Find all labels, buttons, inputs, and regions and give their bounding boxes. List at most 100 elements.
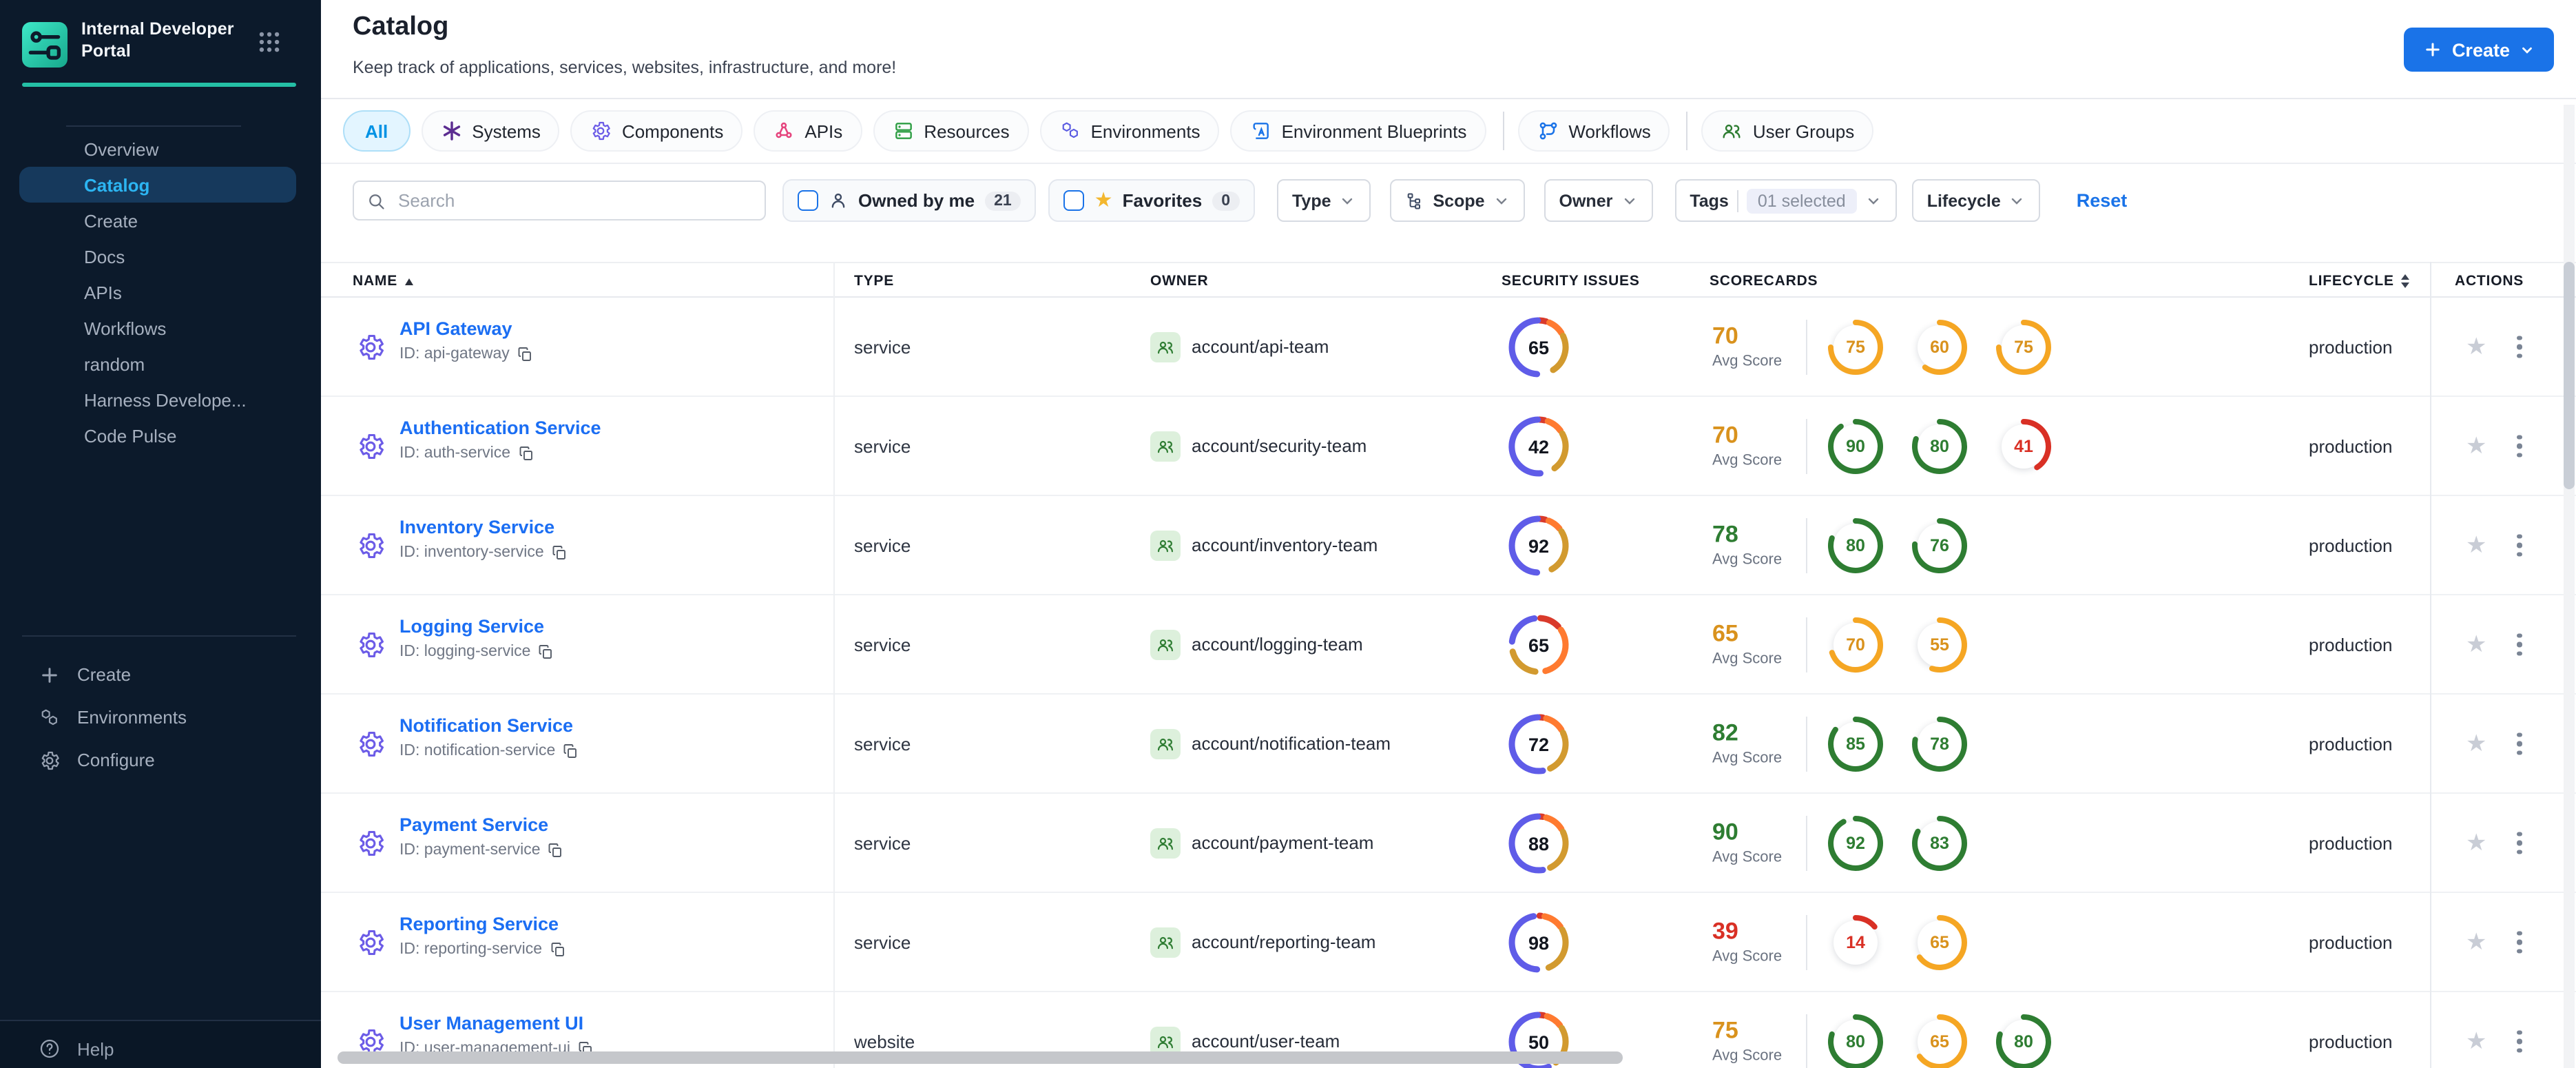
- sidebar-item-harness-develope[interactable]: Harness Develope...: [19, 382, 296, 418]
- column-header-lifecycle[interactable]: LIFECYCLE: [2309, 263, 2409, 299]
- favorite-star-icon[interactable]: ★: [2466, 730, 2487, 757]
- favorite-star-icon[interactable]: ★: [2466, 928, 2487, 956]
- entity-name-link[interactable]: User Management UI: [399, 1013, 594, 1034]
- tab-systems[interactable]: Systems: [421, 110, 560, 152]
- owner-name[interactable]: account/user-team: [1192, 1031, 1340, 1051]
- scorecard-ring[interactable]: 78: [1909, 714, 1970, 774]
- sidebar-item-overview[interactable]: Overview: [19, 131, 296, 167]
- entity-name-link[interactable]: API Gateway: [399, 318, 533, 339]
- row-menu-icon[interactable]: [2513, 530, 2526, 561]
- scorecard-ring[interactable]: 80: [1909, 416, 1970, 477]
- sidebar-item-create[interactable]: Create: [0, 653, 321, 696]
- entity-name-link[interactable]: Payment Service: [399, 814, 564, 835]
- favorites-checkbox[interactable]: [1063, 190, 1085, 211]
- tab-apis[interactable]: APIs: [754, 110, 862, 152]
- lifecycle-dropdown[interactable]: Lifecycle: [1911, 179, 2041, 222]
- search-box[interactable]: [353, 181, 766, 220]
- sidebar-item-random[interactable]: random: [19, 346, 296, 382]
- create-button[interactable]: Create: [2403, 28, 2554, 72]
- owner-name[interactable]: account/logging-team: [1192, 634, 1363, 655]
- tab-components[interactable]: Components: [570, 110, 743, 152]
- owner-name[interactable]: account/inventory-team: [1192, 535, 1378, 555]
- sidebar-item-code-pulse[interactable]: Code Pulse: [19, 418, 296, 453]
- copy-icon[interactable]: [551, 544, 568, 561]
- scorecard-ring[interactable]: 90: [1825, 416, 1886, 477]
- vertical-scrollbar-thumb[interactable]: [2564, 262, 2575, 489]
- row-menu-icon[interactable]: [2513, 331, 2526, 362]
- row-menu-icon[interactable]: [2513, 728, 2526, 759]
- scorecard-ring[interactable]: 70: [1825, 615, 1886, 675]
- copy-icon[interactable]: [538, 644, 554, 660]
- scorecard-ring[interactable]: 55: [1909, 615, 1970, 675]
- entity-name-link[interactable]: Logging Service: [399, 616, 554, 637]
- entity-name-link[interactable]: Reporting Service: [399, 914, 565, 934]
- owner-dropdown[interactable]: Owner: [1544, 179, 1653, 222]
- reset-filters-button[interactable]: Reset: [2077, 190, 2128, 211]
- owner-name[interactable]: account/security-team: [1192, 435, 1367, 456]
- tab-user-groups[interactable]: User Groups: [1701, 110, 1874, 152]
- row-menu-icon[interactable]: [2513, 828, 2526, 859]
- copy-icon[interactable]: [517, 445, 534, 462]
- sidebar-item-apis[interactable]: APIs: [19, 274, 296, 310]
- tab-environment-blueprints[interactable]: Environment Blueprints: [1230, 110, 1486, 152]
- owner-name[interactable]: account/reporting-team: [1192, 932, 1375, 952]
- scorecard-ring[interactable]: 85: [1825, 714, 1886, 774]
- scorecard-ring[interactable]: 76: [1909, 515, 1970, 576]
- tab-all[interactable]: All: [343, 110, 411, 152]
- scorecard-ring[interactable]: 80: [1993, 1011, 2054, 1068]
- copy-icon[interactable]: [517, 346, 533, 362]
- entity-name-link[interactable]: Authentication Service: [399, 418, 601, 438]
- owned-by-me-checkbox[interactable]: [798, 190, 818, 211]
- favorite-star-icon[interactable]: ★: [2466, 333, 2487, 360]
- row-menu-icon[interactable]: [2513, 629, 2526, 660]
- search-input[interactable]: [395, 189, 752, 212]
- app-switcher-icon[interactable]: [256, 29, 282, 55]
- scorecard-ring[interactable]: 14: [1825, 912, 1886, 973]
- sidebar-item-workflows[interactable]: Workflows: [19, 310, 296, 346]
- type-dropdown[interactable]: Type: [1277, 179, 1371, 222]
- scorecard-ring[interactable]: 92: [1825, 813, 1886, 874]
- owner-name[interactable]: account/api-team: [1192, 336, 1329, 357]
- tags-dropdown[interactable]: Tags 01 selected: [1674, 179, 1897, 222]
- scorecard-ring[interactable]: 60: [1909, 317, 1970, 378]
- scorecard-ring[interactable]: 80: [1825, 1011, 1886, 1068]
- sidebar-item-docs[interactable]: Docs: [19, 238, 296, 274]
- copy-icon[interactable]: [562, 743, 579, 759]
- favorite-star-icon[interactable]: ★: [2466, 531, 2487, 559]
- sidebar-item-environments[interactable]: Environments: [0, 696, 321, 739]
- sidebar-item-catalog[interactable]: Catalog: [19, 167, 296, 203]
- favorite-star-icon[interactable]: ★: [2466, 829, 2487, 856]
- favorites-filter[interactable]: ★ Favorites 0: [1048, 179, 1255, 222]
- sidebar-item-configure[interactable]: Configure: [0, 739, 321, 781]
- entity-name-link[interactable]: Inventory Service: [399, 517, 568, 537]
- sidebar-item-help[interactable]: Help: [39, 1038, 114, 1060]
- tab-resources[interactable]: Resources: [873, 110, 1029, 152]
- scorecard-ring[interactable]: 65: [1909, 912, 1970, 973]
- scope-dropdown[interactable]: Scope: [1390, 179, 1525, 222]
- security-issues-donut: 42: [1507, 415, 1570, 478]
- entity-name-link[interactable]: Notification Service: [399, 715, 579, 736]
- owner-name[interactable]: account/payment-team: [1192, 832, 1373, 853]
- scorecard-ring[interactable]: 83: [1909, 813, 1970, 874]
- favorite-star-icon[interactable]: ★: [2466, 432, 2487, 460]
- owned-by-me-filter[interactable]: Owned by me 21: [782, 179, 1037, 222]
- tab-environments[interactable]: Environments: [1039, 110, 1220, 152]
- vertical-scrollbar-track[interactable]: [2564, 105, 2575, 1068]
- scorecard-ring[interactable]: 75: [1993, 317, 2054, 378]
- row-menu-icon[interactable]: [2513, 1026, 2526, 1057]
- tab-workflows[interactable]: Workflows: [1517, 110, 1670, 152]
- favorite-star-icon[interactable]: ★: [2466, 1027, 2487, 1055]
- horizontal-scrollbar-thumb[interactable]: [337, 1051, 1623, 1064]
- copy-icon[interactable]: [549, 941, 565, 958]
- scorecard-ring[interactable]: 65: [1909, 1011, 1970, 1068]
- scorecard-ring[interactable]: 75: [1825, 317, 1886, 378]
- favorite-star-icon[interactable]: ★: [2466, 630, 2487, 658]
- copy-icon[interactable]: [548, 842, 564, 859]
- scorecard-ring[interactable]: 41: [1993, 416, 2054, 477]
- row-menu-icon[interactable]: [2513, 431, 2526, 462]
- owner-name[interactable]: account/notification-team: [1192, 733, 1391, 754]
- sidebar-item-create[interactable]: Create: [19, 203, 296, 238]
- row-menu-icon[interactable]: [2513, 927, 2526, 958]
- column-header-name[interactable]: NAME: [353, 263, 413, 299]
- scorecard-ring[interactable]: 80: [1825, 515, 1886, 576]
